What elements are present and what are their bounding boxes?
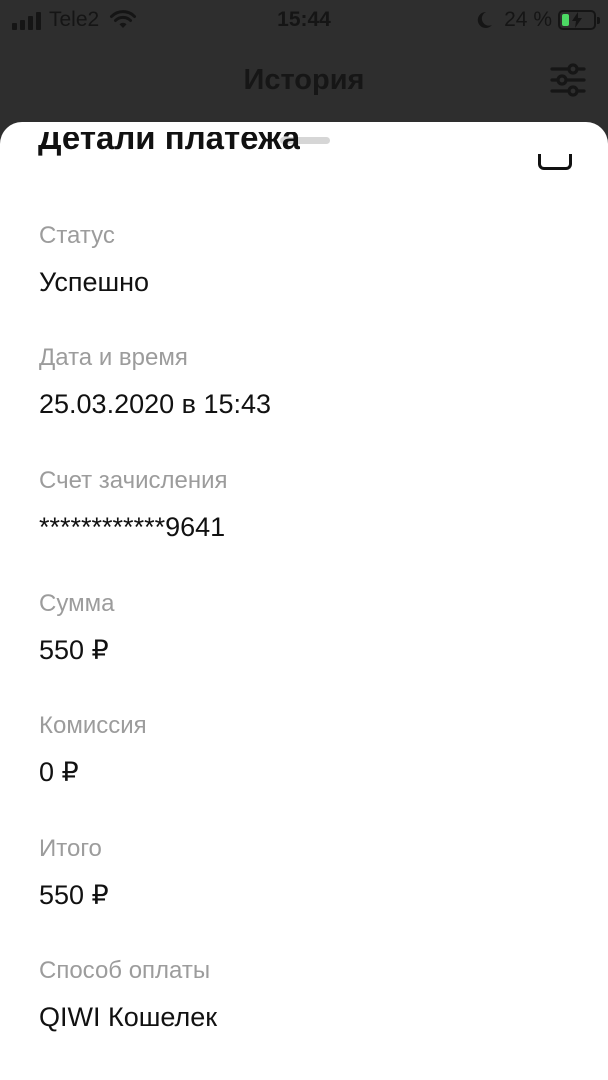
field-label: Статус [39,222,115,249]
battery-icon [558,10,600,30]
field-value: 550 ₽ [39,880,109,910]
field-label: Дата и время [39,344,188,371]
field-label: Комиссия [39,712,147,739]
battery-fill [562,14,570,26]
field-commission: Комиссия 0 ₽ [39,712,147,788]
field-label: Способ оплаты [39,957,211,984]
field-label: Итого [39,835,102,862]
sheet-title-text: Детали платежа [38,132,301,156]
field-account: Счет зачисления ************9641 [39,467,228,543]
field-status: Статус Успешно [39,222,149,298]
field-label: Счет зачисления [39,467,228,494]
field-amount: Сумма 550 ₽ [39,590,114,666]
field-value: 25.03.2020 в 15:43 [39,389,272,419]
status-right: 24 % [474,8,600,32]
filter-sliders-icon[interactable] [548,60,588,100]
field-value: Успешно [39,267,150,297]
field-label: Сумма [39,590,115,617]
field-total: Итого 550 ₽ [39,835,109,911]
sheet-title: Детали платежа [38,132,300,158]
battery-percent: 24 % [504,8,552,31]
moon-icon [477,11,493,28]
field-value: 0 ₽ [39,757,79,787]
battery-nub [597,17,600,24]
field-value: 550 ₽ [39,635,109,665]
nav-bar: История [0,50,608,114]
page-title: История [243,64,365,96]
status-bar: Tele2 15:44 24 % [0,0,608,40]
payment-details-sheet: Детали платежа Статус Успешно Дата и вре… [0,122,608,1080]
charging-bolt-icon [572,12,582,28]
close-icon[interactable] [538,154,572,170]
field-value: QIWI Кошелек [39,1002,218,1032]
field-value: ************9641 [39,512,226,542]
field-payment-method: Способ оплаты QIWI Кошелек [39,957,217,1033]
field-datetime: Дата и время 25.03.2020 в 15:43 [39,344,271,420]
